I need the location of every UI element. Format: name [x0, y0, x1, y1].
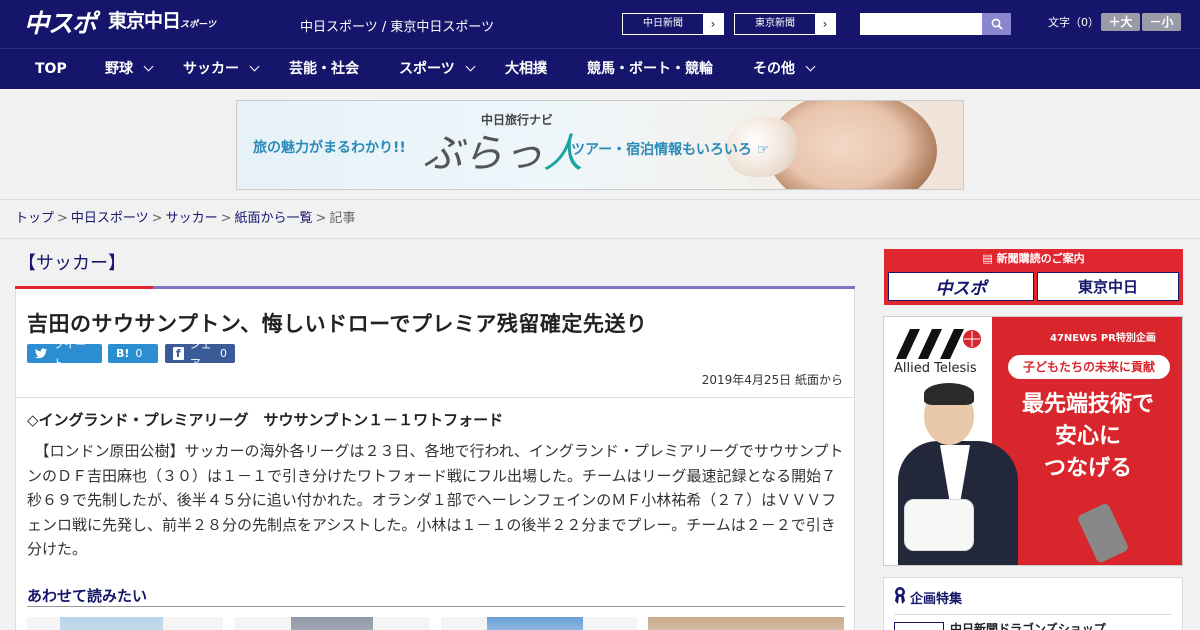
site-names: 中日スポーツ / 東京中日スポーツ	[300, 20, 495, 35]
nav-item-baseball[interactable]: 野球	[105, 49, 154, 90]
banner-right-text: ツアー・宿泊情報もいろいろ ☞	[571, 142, 770, 158]
chevron-right-icon: ›	[815, 14, 835, 34]
related-thumb-image	[487, 617, 583, 630]
ad-headline: 最先端技術で 安心に つなげる	[1021, 392, 1154, 481]
banner-brand: ぶらっ人	[423, 131, 583, 177]
ad-device-image	[904, 499, 974, 551]
logo-tokyo-chunichi: 東京中日スポーツ	[108, 10, 216, 32]
nav-item-entertainment[interactable]: 芸能・社会	[289, 49, 359, 90]
subscription-box: ▤ 新聞購読のご案内 中スポ 東京中日	[884, 249, 1183, 305]
logo-chusupo: 中スポ	[24, 9, 97, 38]
search-button[interactable]	[982, 13, 1011, 35]
related-article-thumb[interactable]	[234, 617, 430, 630]
chevron-right-icon: ›	[703, 14, 723, 34]
facebook-icon: f	[173, 347, 184, 360]
related-thumb-image	[291, 617, 373, 630]
nav-item-racing[interactable]: 競馬・ボート・競輪	[587, 49, 713, 90]
feature-title: 企画特集	[910, 592, 963, 607]
ad-company-name: Allied Telesis	[894, 361, 977, 376]
section-label: 【サッカー】	[18, 253, 126, 274]
article-title: 吉田のサウサンプトン、悔しいドローでプレミア残留確定先送り	[27, 312, 648, 336]
search-input[interactable]	[860, 13, 982, 35]
breadcrumb-paper-list[interactable]: 紙面から一覧	[235, 211, 313, 226]
nav-item-sports[interactable]: スポーツ	[399, 49, 476, 90]
pointing-hand-icon: ☞	[756, 142, 770, 158]
nav-item-top[interactable]: TOP	[35, 49, 67, 90]
banner-area: 旅の魅力がまるわかり!! 中日旅行ナビ ぶらっ人 ツアー・宿泊情報もいろいろ ☞	[0, 89, 1200, 200]
subscribe-tokyo-chunichi-button[interactable]: 東京中日	[1037, 272, 1179, 301]
font-size-increase-button[interactable]: ＋大	[1101, 13, 1140, 31]
related-article-thumb[interactable]	[648, 617, 844, 630]
top-header: 中スポ 東京中日スポーツ 中日スポーツ / 東京中日スポーツ 中日新聞 › 東京…	[0, 0, 1200, 48]
chevron-down-icon	[143, 61, 154, 72]
breadcrumb-soccer[interactable]: サッカー	[166, 211, 218, 226]
breadcrumb: トップ > 中日スポーツ > サッカー > 紙面から一覧 > 記事	[0, 200, 1200, 239]
font-size-label: 文字（0）	[1048, 16, 1099, 29]
tokyo-shimbun-link[interactable]: 東京新聞 ›	[734, 13, 836, 35]
search-icon	[991, 18, 1003, 30]
chevron-down-icon	[249, 61, 260, 72]
font-size-decrease-button[interactable]: －小	[1142, 13, 1181, 31]
subscribe-chusupo-button[interactable]: 中スポ	[888, 272, 1034, 301]
nav-item-sumo[interactable]: 大相撲	[505, 49, 547, 90]
article-date: 2019年4月25日 紙面から	[701, 373, 843, 387]
allied-telesis-logo-icon	[896, 329, 981, 359]
travel-ad-banner[interactable]: 旅の魅力がまるわかり!! 中日旅行ナビ ぶらっ人 ツアー・宿泊情報もいろいろ ☞	[236, 100, 964, 190]
related-thumb-image	[648, 617, 844, 630]
facebook-share-button[interactable]: f シェア 0	[165, 338, 235, 370]
facebook-count: 0	[220, 347, 227, 360]
article-body: 【ロンドン原田公樹】サッカーの海外各リーグは２３日、各地で行われ、イングランド・…	[27, 442, 844, 558]
tweet-button[interactable]: ツイート	[27, 338, 102, 370]
ad-person-hair	[924, 383, 974, 405]
chunichi-shimbun-link[interactable]: 中日新聞 ›	[622, 13, 724, 35]
related-divider	[27, 606, 845, 607]
medal-icon	[895, 587, 905, 604]
chevron-down-icon	[805, 61, 816, 72]
subscription-header: ▤ 新聞購読のご案内	[982, 252, 1085, 265]
article-divider	[16, 397, 854, 398]
breadcrumb-chunichi-sports[interactable]: 中日スポーツ	[71, 211, 149, 226]
article-subheading: ◇イングランド・プレミアリーグ サウサンプトン１－１ワトフォード	[27, 411, 504, 429]
ad-pr-label: 47NEWS PR特別企画	[1050, 333, 1156, 344]
nav-item-soccer[interactable]: サッカー	[183, 49, 260, 90]
main-nav: TOP 野球 サッカー 芸能・社会 スポーツ 大相撲 競馬・ボート・競輪 その他	[0, 48, 1200, 89]
feature-item-link[interactable]: 中日新聞ドラゴンズショップ	[950, 620, 1106, 630]
feature-divider	[894, 614, 1172, 615]
banner-left-text: 旅の魅力がまるわかり!!	[253, 140, 406, 156]
feature-box: 企画特集 中日新聞ドラゴンズショップ	[883, 577, 1183, 630]
nav-item-other[interactable]: その他	[753, 49, 816, 90]
related-article-thumb[interactable]	[441, 617, 637, 630]
chevron-down-icon	[465, 61, 476, 72]
article: 吉田のサウサンプトン、悔しいドローでプレミア残留確定先送り ツイート B! 0 …	[15, 289, 855, 630]
site-logo[interactable]: 中スポ 東京中日スポーツ	[24, 9, 216, 39]
hatena-icon: B!	[116, 347, 130, 360]
newspaper-icon: ▤	[982, 252, 993, 265]
hatena-bookmark-button[interactable]: B! 0	[108, 344, 158, 363]
allied-telesis-ad[interactable]: Allied Telesis 47NEWS PR特別企画 子どもたちの未来に貢献…	[883, 316, 1183, 566]
breadcrumb-top[interactable]: トップ	[15, 211, 54, 226]
feature-item-thumb[interactable]	[894, 622, 944, 630]
breadcrumb-current: 記事	[329, 211, 356, 226]
related-heading: あわせて読みたい	[27, 587, 148, 605]
ad-pill-text: 子どもたちの未来に貢献	[1008, 355, 1170, 379]
twitter-bird-icon	[35, 348, 48, 359]
hatena-count: 0	[135, 347, 143, 360]
related-article-thumb[interactable]	[27, 617, 223, 630]
related-thumb-image	[60, 617, 163, 630]
